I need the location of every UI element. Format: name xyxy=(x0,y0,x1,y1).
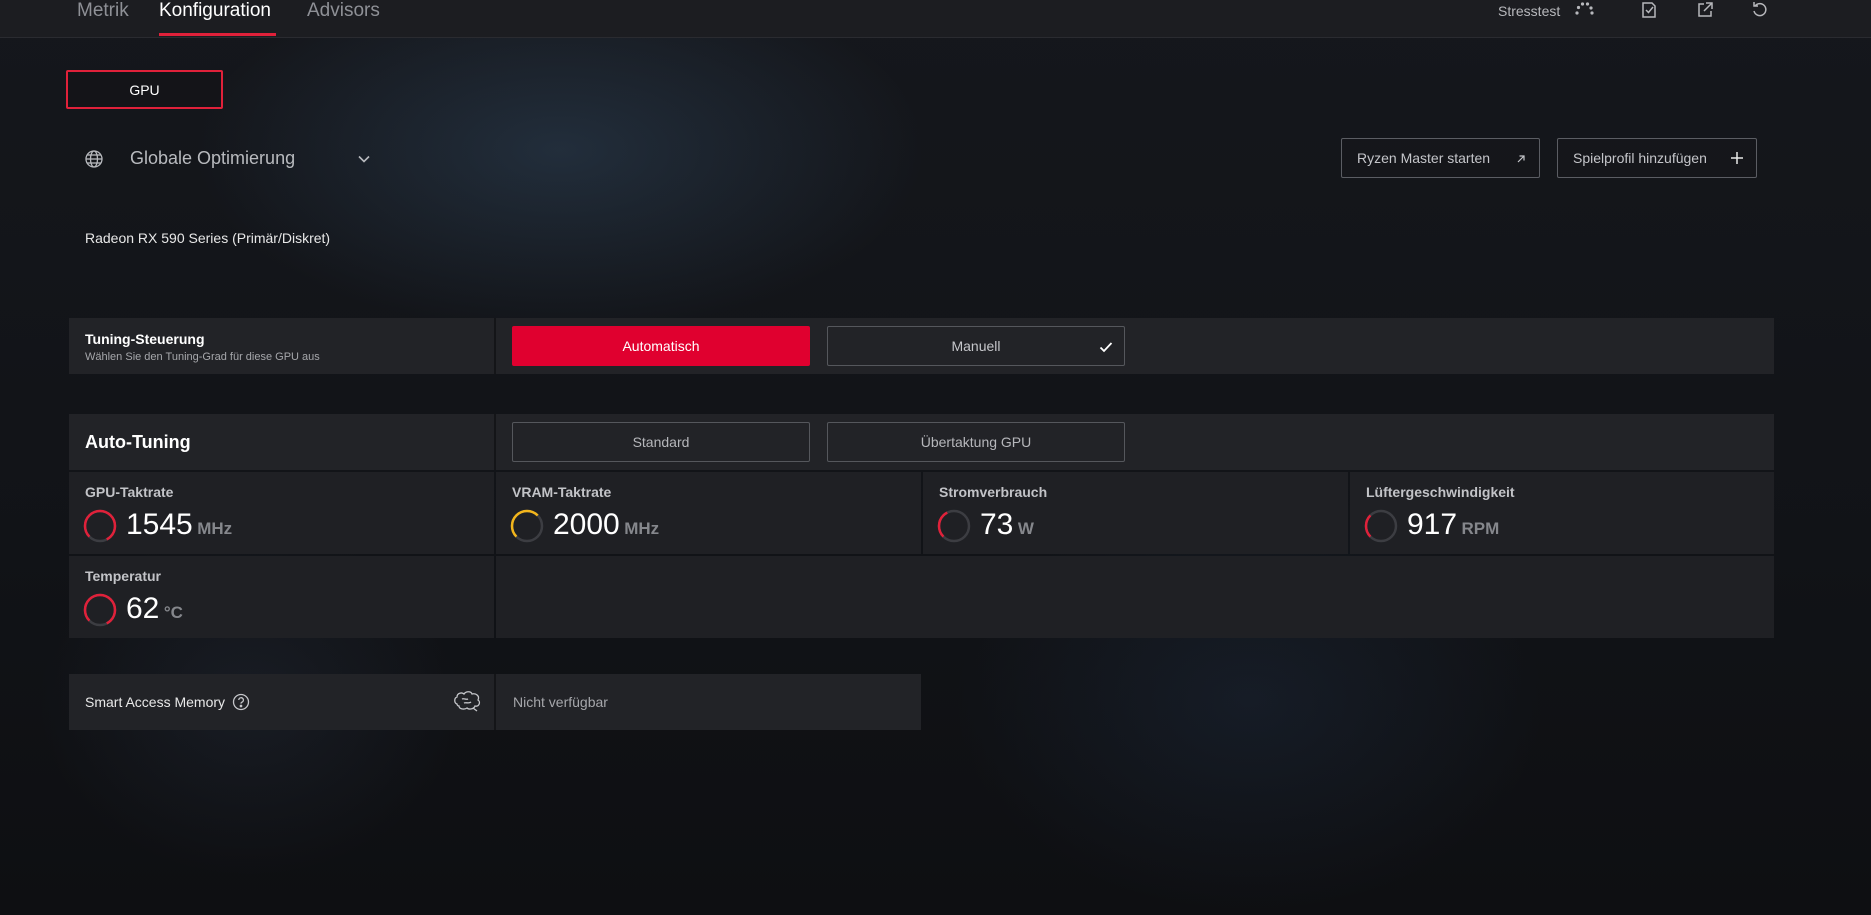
checkmark-icon xyxy=(1098,339,1114,355)
gauge-icon xyxy=(510,509,544,543)
add-game-profile-label: Spielprofil hinzufügen xyxy=(1573,150,1707,166)
metric-reading: 73 W xyxy=(980,508,1034,542)
metric-label: Temperatur xyxy=(85,568,161,584)
metric-label: VRAM-Taktrate xyxy=(512,484,612,500)
metric-unit: RPM xyxy=(1461,519,1500,538)
help-icon[interactable] xyxy=(232,693,250,711)
save-check-icon[interactable] xyxy=(1638,0,1660,21)
brain-icon xyxy=(452,690,482,714)
metric-reading: 2000 MHz xyxy=(553,508,659,542)
metric-value: 73 xyxy=(980,508,1014,541)
panel-divider xyxy=(494,318,496,374)
active-tab-indicator xyxy=(159,33,276,36)
ryzen-master-button[interactable]: Ryzen Master starten xyxy=(1341,138,1540,178)
gauge-icon xyxy=(1364,509,1398,543)
gauge-icon xyxy=(83,509,117,543)
metric-value: 2000 xyxy=(553,508,620,541)
standard-button[interactable]: Standard xyxy=(512,422,810,462)
panel-divider xyxy=(494,414,496,470)
manual-label: Manuell xyxy=(951,338,1001,354)
tuning-control-subtitle: Wählen Sie den Tuning-Grad für diese GPU… xyxy=(85,351,320,363)
overclock-gpu-button[interactable]: Übertaktung GPU xyxy=(827,422,1125,462)
smart-access-memory-label: Smart Access Memory xyxy=(85,694,226,710)
profile-selector-label[interactable]: Globale Optimierung xyxy=(130,148,295,169)
metric-value: 62 xyxy=(126,592,160,625)
add-game-profile-button[interactable]: Spielprofil hinzufügen xyxy=(1557,138,1757,178)
metric-unit: W xyxy=(1017,519,1034,538)
metric-label: Lüftergeschwindigkeit xyxy=(1366,484,1515,500)
metric-value: 917 xyxy=(1407,508,1458,541)
manual-button[interactable]: Manuell xyxy=(827,326,1125,366)
automatic-button[interactable]: Automatisch xyxy=(512,326,810,366)
external-link-icon xyxy=(1515,152,1527,164)
panel-divider xyxy=(494,674,496,730)
tuning-control-title: Tuning-Steuerung xyxy=(85,331,205,347)
stresstest-label: Stresstest xyxy=(1498,3,1561,19)
globe-icon xyxy=(84,149,104,169)
device-tab-gpu[interactable]: GPU xyxy=(66,70,223,109)
metric-value: 1545 xyxy=(126,508,193,541)
gauge-icon xyxy=(937,509,971,543)
metric-unit: °C xyxy=(163,603,183,622)
plus-icon xyxy=(1730,151,1744,165)
auto-tuning-title: Auto-Tuning xyxy=(85,432,191,452)
device-name: Radeon RX 590 Series (Primär/Diskret) xyxy=(85,230,331,246)
stresstest-icon[interactable] xyxy=(1573,0,1595,21)
metric-reading: 1545 MHz xyxy=(126,508,232,542)
metric-unit: MHz xyxy=(624,519,660,538)
tab-metrik[interactable]: Metrik xyxy=(77,0,129,38)
metric-label: GPU-Taktrate xyxy=(85,484,174,500)
tab-advisors[interactable]: Advisors xyxy=(307,0,380,38)
smart-access-memory-status: Nicht verfügbar xyxy=(513,694,608,710)
metric-unit: MHz xyxy=(197,519,233,538)
chevron-down-icon[interactable] xyxy=(356,151,372,167)
reset-icon[interactable] xyxy=(1749,0,1771,21)
ryzen-master-label: Ryzen Master starten xyxy=(1357,150,1491,166)
metric-empty-area xyxy=(496,556,1774,638)
metric-reading: 62 °C xyxy=(126,592,183,626)
metric-reading: 917 RPM xyxy=(1407,508,1499,542)
export-icon[interactable] xyxy=(1694,0,1716,21)
gauge-icon xyxy=(83,593,117,627)
metric-label: Stromverbrauch xyxy=(939,484,1048,500)
